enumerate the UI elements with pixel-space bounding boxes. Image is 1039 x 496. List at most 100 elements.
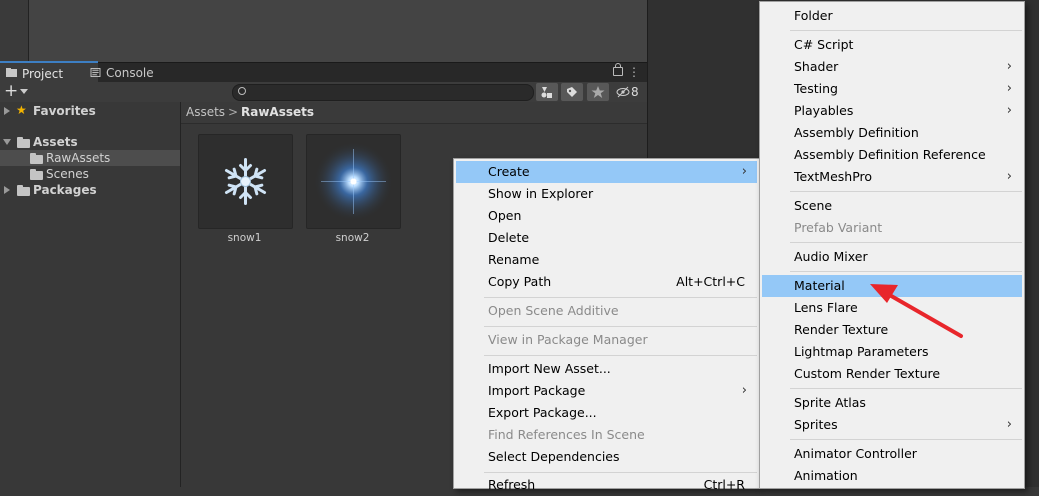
menu-item-export-package[interactable]: Export Package... [456,402,757,424]
chevron-right-icon[interactable] [4,186,10,194]
glow-sparkle-icon [313,141,394,222]
tree-label-assets: Assets [33,135,78,149]
menu-divider [484,472,757,473]
menu-item-audio-mixer[interactable]: Audio Mixer [762,246,1022,268]
menu-item-copy-path[interactable]: Copy Path Alt+Ctrl+C [456,271,757,293]
menu-item-label: Select Dependencies [488,449,620,464]
menu-item-rename[interactable]: Rename [456,249,757,271]
menu-divider [790,271,1022,272]
menu-item-label: Scene [794,198,833,213]
menu-item-open-scene-additive: Open Scene Additive [456,300,757,322]
menu-item-label: Shader [794,59,839,74]
menu-item-shader[interactable]: Shader › [762,56,1022,78]
menu-item-sprites[interactable]: Sprites › [762,414,1022,436]
tree-item-assets[interactable]: Assets [0,134,180,150]
menu-item-label: Show in Explorer [488,186,594,201]
menu-item-csharp-script[interactable]: C# Script [762,34,1022,56]
menu-item-label: Sprite Atlas [794,395,866,410]
snowflake-icon [224,158,267,205]
menu-item-label: Rename [488,252,540,267]
menu-item-delete[interactable]: Delete [456,227,757,249]
filter-by-type-button[interactable] [536,83,558,101]
menu-item-label: View in Package Manager [488,332,648,347]
menu-item-label: Sprites [794,417,838,432]
tag-icon [567,87,577,97]
create-plus-button[interactable]: + [4,82,18,101]
create-submenu: Folder C# Script Shader › Testing › Playab… [759,1,1025,489]
menu-item-open[interactable]: Open [456,205,757,227]
folder-icon [30,153,43,164]
chevron-down-icon[interactable] [3,139,11,145]
menu-item-textmeshpro[interactable]: TextMeshPro › [762,166,1022,188]
asset-thumbnail-snow1[interactable] [198,134,293,229]
menu-divider [790,30,1022,31]
folder-icon [6,68,17,77]
tree-label-scenes: Scenes [46,167,89,181]
menu-item-sprite-atlas[interactable]: Sprite Atlas [762,392,1022,414]
menu-divider [790,242,1022,243]
menu-item-import-new-asset[interactable]: Import New Asset... [456,358,757,380]
scene-left-pane [0,0,29,62]
asset-thumbnail-snow2[interactable] [306,134,401,229]
menu-item-label: Audio Mixer [794,249,868,264]
menu-item-label: Custom Render Texture [794,366,941,381]
hidden-count-label: 8 [631,85,639,99]
menu-item-animator-controller[interactable]: Animator Controller [762,443,1022,465]
menu-divider [484,355,757,356]
favorite-filter-button[interactable] [587,83,609,101]
tree-label-favorites: Favorites [33,104,96,118]
menu-divider [790,439,1022,440]
folder-icon [30,169,43,180]
search-icon [238,87,246,95]
tab-console[interactable]: Console [84,63,176,83]
filter-by-label-button[interactable] [561,83,583,101]
menu-item-playables[interactable]: Playables › [762,100,1022,122]
menu-item-label: Assembly Definition [794,125,919,140]
menu-item-view-in-package-manager: View in Package Manager [456,329,757,351]
asset-label: snow1 [227,232,262,244]
asset-context-menu: Create › Show in Explorer Open Delete Ren… [453,158,760,492]
chevron-down-icon[interactable] [20,89,28,94]
project-window-tabbar: Project Console ⋮ [0,61,647,85]
menu-item-custom-render-texture[interactable]: Custom Render Texture [762,363,1022,385]
submenu-arrow-icon: › [741,164,747,179]
menu-item-label: Testing [794,81,838,96]
menu-item-label: Find References In Scene [488,427,645,442]
tree-label-packages: Packages [33,183,97,197]
menu-item-label: Assembly Definition Reference [794,147,986,162]
menu-item-scene[interactable]: Scene [762,195,1022,217]
tree-item-rawassets[interactable]: RawAssets [0,150,180,166]
lock-icon[interactable] [613,63,623,76]
tree-item-favorites[interactable]: ★ Favorites [0,103,180,119]
more-options-icon[interactable]: ⋮ [628,65,640,79]
menu-item-show-in-explorer[interactable]: Show in Explorer [456,183,757,205]
hidden-packages-toggle[interactable]: 8 [616,82,642,102]
menu-item-label: Copy Path [488,274,552,289]
folder-icon [17,137,30,148]
menu-item-refresh[interactable]: Refresh Ctrl+R [456,474,757,496]
tree-item-packages[interactable]: Packages [0,182,180,198]
menu-item-label: Import Package [488,383,586,398]
menu-item-label: Lens Flare [794,300,858,315]
project-folder-tree: ★ Favorites Assets RawAssets Scenes Pack… [0,102,181,487]
breadcrumb-assets[interactable]: Assets [186,102,225,123]
menu-item-label: TextMeshPro [794,169,873,184]
menu-item-assembly-definition[interactable]: Assembly Definition [762,122,1022,144]
submenu-arrow-icon: › [741,383,747,398]
menu-item-animation[interactable]: Animation [762,465,1022,487]
menu-item-label: Open [488,208,522,223]
menu-item-testing[interactable]: Testing › [762,78,1022,100]
menu-item-create[interactable]: Create › [456,161,757,183]
breadcrumb-rawassets[interactable]: RawAssets [241,102,314,123]
tree-item-scenes[interactable]: Scenes [0,166,180,182]
menu-item-import-package[interactable]: Import Package › [456,380,757,402]
menu-item-label: Refresh [488,477,536,492]
menu-item-label: Delete [488,230,530,245]
menu-item-label: Animator Controller [794,446,917,461]
menu-item-assembly-definition-reference[interactable]: Assembly Definition Reference [762,144,1022,166]
search-input[interactable] [232,84,534,101]
menu-item-folder[interactable]: Folder [762,5,1022,27]
menu-item-select-dependencies[interactable]: Select Dependencies [456,446,757,468]
menu-item-label: C# Script [794,37,854,52]
chevron-right-icon[interactable] [4,107,10,115]
